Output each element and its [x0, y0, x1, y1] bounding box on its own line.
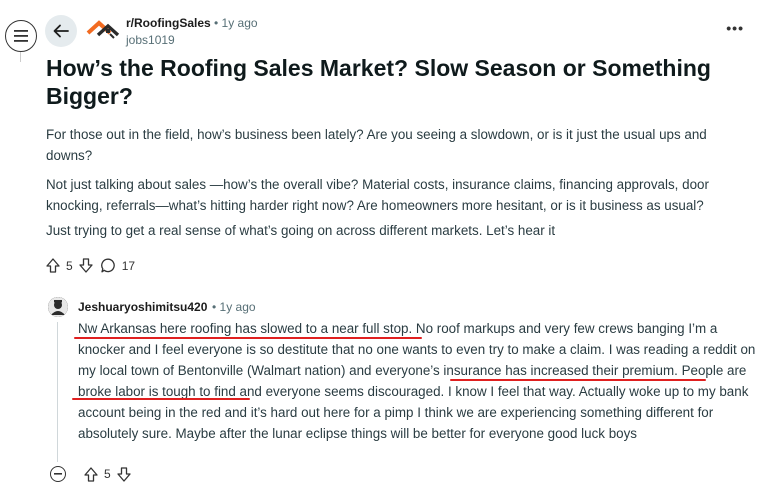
annotation-underline: [72, 398, 250, 400]
annotation-underline: [450, 379, 706, 381]
comment-vote-count: 5: [104, 467, 111, 481]
menu-icon: [14, 30, 28, 42]
post-title: How’s the Roofing Sales Market? Slow Sea…: [46, 55, 711, 109]
downvote-icon[interactable]: [79, 258, 93, 273]
sidebar-divider: [20, 52, 21, 62]
thread-line[interactable]: [57, 322, 58, 462]
upvote-icon[interactable]: [46, 258, 60, 273]
post-body-paragraph: Not just talking about sales —how’s the …: [46, 177, 709, 213]
post-body-paragraph: For those out in the field, how’s busine…: [46, 127, 707, 163]
comment-username[interactable]: Jeshuaryoshimitsu420: [78, 300, 207, 314]
collapse-icon[interactable]: [50, 466, 66, 482]
subreddit-logo-icon[interactable]: [86, 17, 120, 43]
upvote-icon[interactable]: [84, 466, 98, 482]
post-vote-count: 5: [66, 258, 73, 273]
comment-action-bar: 5: [50, 466, 131, 482]
downvote-icon[interactable]: [117, 466, 131, 482]
more-icon[interactable]: •••: [726, 20, 744, 36]
back-arrow-icon: [53, 24, 69, 38]
subreddit-name[interactable]: r/RoofingSales: [126, 16, 211, 30]
back-button[interactable]: [45, 15, 77, 47]
avatar[interactable]: [48, 297, 68, 317]
post-body-paragraph: Just trying to get a real sense of what’…: [46, 223, 556, 238]
comment-time: • 1y ago: [212, 300, 256, 314]
annotation-underline: [74, 337, 422, 339]
menu-button[interactable]: [5, 20, 37, 52]
comment-icon[interactable]: [100, 258, 116, 273]
post-author[interactable]: jobs1019: [126, 33, 175, 47]
post-action-bar: 5 17: [46, 258, 137, 273]
comment-count[interactable]: 17: [122, 259, 135, 273]
post-time: • 1y ago: [214, 16, 258, 30]
